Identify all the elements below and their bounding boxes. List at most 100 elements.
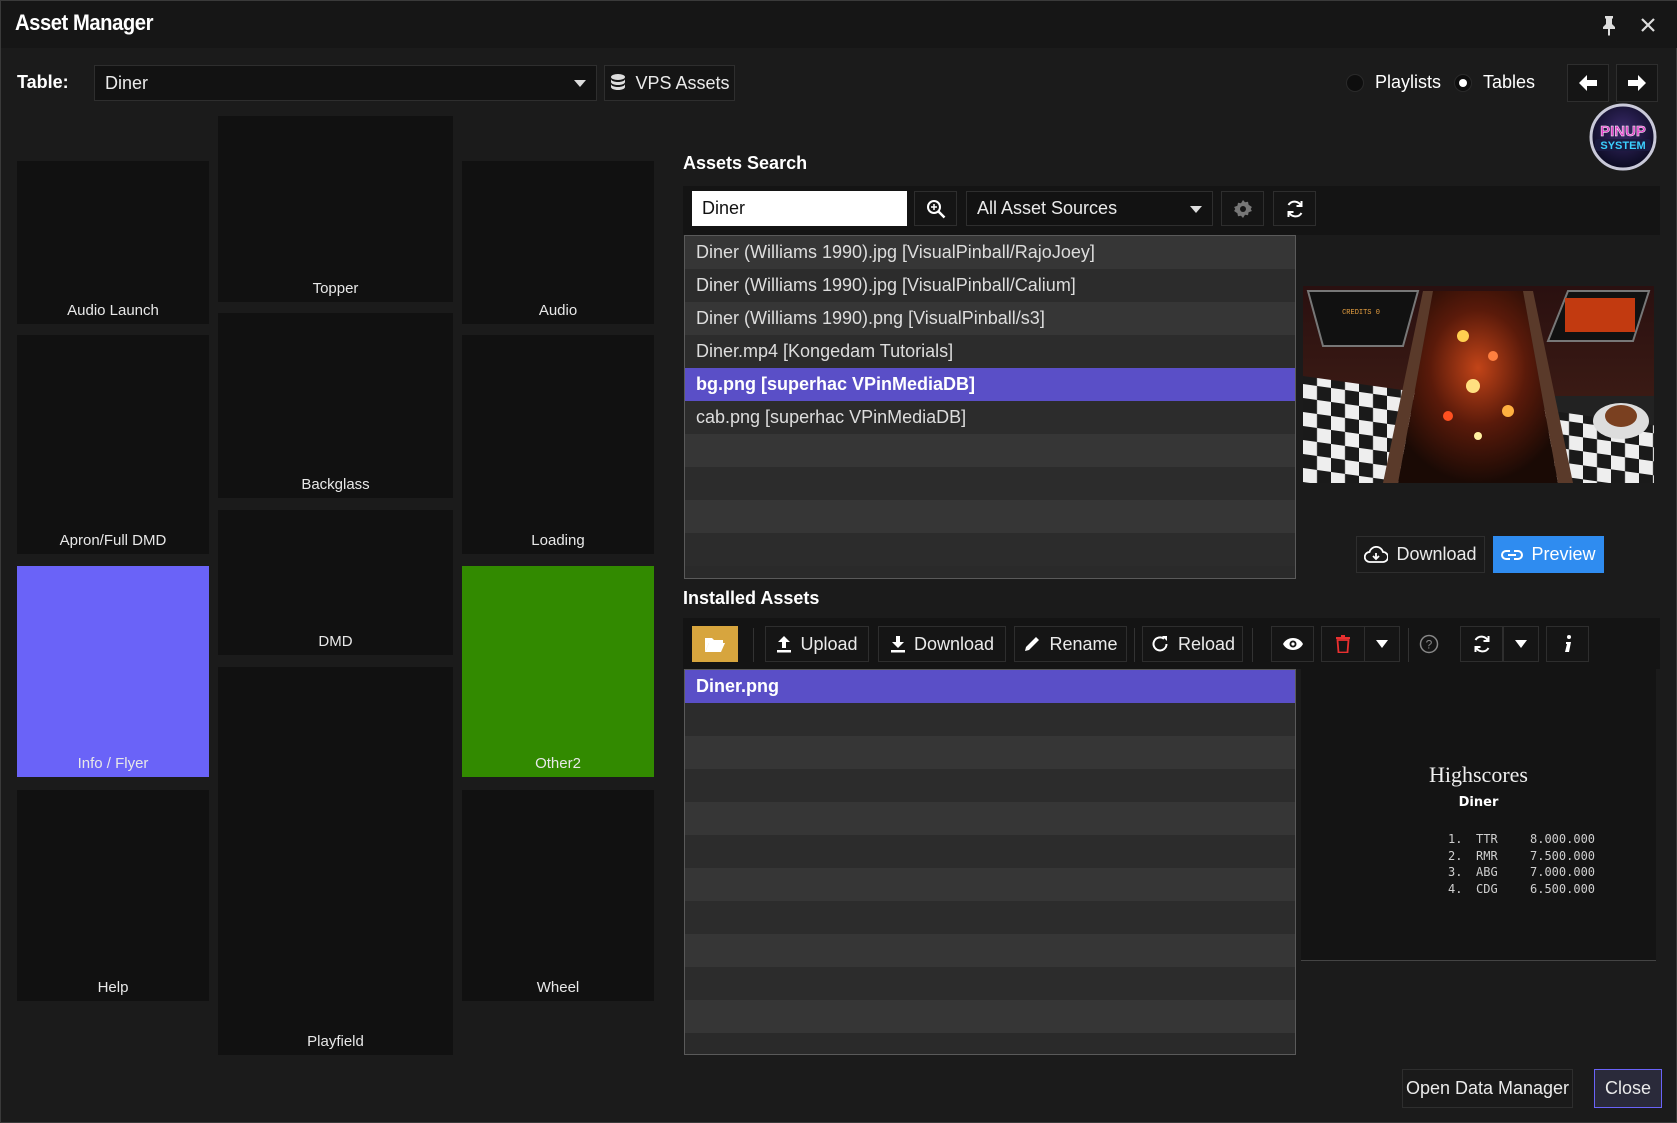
table-dropdown[interactable]: Diner [94,65,597,101]
list-item[interactable]: bg.png [superhac VPinMediaDB] [685,368,1295,401]
search-download-button[interactable]: Download [1356,536,1485,573]
screen-tile-other2[interactable]: Other2 [462,566,654,777]
refresh-search-button[interactable] [1273,191,1316,226]
playlists-radio[interactable] [1346,74,1364,92]
convert-options-button[interactable] [1503,626,1539,662]
screen-tile-label: DMD [318,633,353,650]
pencil-icon [1025,637,1040,651]
screen-tile-help[interactable]: Help [17,790,209,1001]
open-data-manager-button[interactable]: Open Data Manager [1402,1069,1573,1108]
list-item[interactable]: Diner (Williams 1990).png [VisualPinball… [685,302,1295,335]
link-icon [1501,549,1524,560]
rename-button[interactable]: Rename [1014,626,1127,662]
highscore-rank: 2. [1448,848,1463,863]
list-item[interactable] [685,901,1295,934]
trash-icon [1336,635,1350,653]
highscore-initials: ABG [1476,865,1498,879]
highscore-row: 1. TTR 8.000.000 [1448,831,1595,848]
screen-tile-label: Other2 [535,755,581,772]
list-item[interactable] [685,1000,1295,1033]
prev-table-button[interactable] [1567,64,1609,102]
open-folder-button[interactable] [692,626,738,662]
next-table-button[interactable] [1616,64,1658,102]
highscores-subtitle: Diner [1458,795,1499,810]
info-icon [1564,635,1571,652]
pinup-system-logo: PINUP SYSTEM [1589,103,1657,171]
upload-label: Upload [800,633,858,654]
cloud-download-icon [1364,545,1389,563]
highscore-initials: TTR [1476,832,1498,846]
close-icon[interactable] [1636,13,1660,37]
open-data-manager-label: Open Data Manager [1405,1078,1570,1098]
asset-search-input[interactable] [692,191,907,226]
close-label: Close [1604,1078,1652,1098]
vps-assets-button[interactable]: VPS Assets [604,65,735,101]
list-item[interactable] [685,467,1295,500]
list-item[interactable] [685,500,1295,533]
screen-tile-label: Wheel [536,979,580,996]
screen-tile-dmd[interactable]: DMD [218,510,453,655]
screen-tile-audio[interactable]: Audio [462,161,654,324]
reload-button[interactable]: Reload [1142,626,1243,662]
screen-tile-wheel[interactable]: Wheel [462,790,654,1001]
screen-tile-backglass[interactable]: Backglass [218,313,453,498]
asset-source-dropdown[interactable]: All Asset Sources [966,191,1213,226]
upload-button[interactable]: Upload [765,626,869,662]
asset-manager-window: Asset Manager Table: Diner VPS Assets Pl… [0,0,1677,1123]
preview-button[interactable]: Preview [1493,536,1604,573]
list-item[interactable]: Diner (Williams 1990).jpg [VisualPinball… [685,236,1295,269]
pin-icon[interactable] [1597,13,1621,37]
screen-tile-info-flyer[interactable]: Info / Flyer [17,566,209,777]
screen-tile-label: Backglass [301,476,370,493]
highscores-title: Highscores [1429,762,1528,787]
svg-text:?: ? [1425,638,1432,652]
list-item[interactable] [685,533,1295,566]
screen-tile-apron-full-dmd[interactable]: Apron/Full DMD [17,335,209,554]
preview-divider [1301,960,1656,961]
list-item[interactable] [685,769,1295,802]
reload-icon [1152,636,1168,652]
close-button[interactable]: Close [1594,1069,1662,1108]
toolbar-separator [1252,628,1253,662]
highscore-rank: 1. [1448,832,1463,846]
screen-tile-topper[interactable]: Topper [218,116,453,302]
search-button[interactable] [914,191,957,226]
list-item[interactable] [685,967,1295,1000]
list-item[interactable]: Diner.mp4 [Kongedam Tutorials] [685,335,1295,368]
list-item[interactable] [685,703,1295,736]
asset-source-value: All Asset Sources [977,198,1118,218]
screen-tile-loading[interactable]: Loading [462,335,654,554]
list-item[interactable] [685,434,1295,467]
eye-icon [1282,638,1303,650]
installed-download-button[interactable]: Download [878,626,1006,662]
delete-options-button[interactable] [1364,626,1400,662]
highscore-score: 8.000.000 [1530,832,1596,846]
highscore-row: 4. CDG 6.500.000 [1448,881,1595,898]
convert-button[interactable] [1460,626,1503,662]
tables-radio[interactable] [1454,74,1472,92]
screen-tile-playfield[interactable]: Playfield [218,667,453,1055]
list-item[interactable]: Diner (Williams 1990).jpg [VisualPinball… [685,269,1295,302]
highscore-score: 7.000.000 [1530,865,1596,879]
list-item[interactable]: Diner.png [685,670,1295,703]
help-button[interactable]: ? [1407,626,1450,662]
delete-asset-button[interactable] [1321,626,1365,662]
list-item[interactable] [685,934,1295,967]
view-asset-button[interactable] [1271,626,1314,662]
list-item[interactable] [685,835,1295,868]
list-item[interactable] [685,868,1295,901]
screen-tile-label: Playfield [307,1033,364,1050]
list-item[interactable] [685,802,1295,835]
info-button[interactable] [1546,626,1589,662]
source-settings-button[interactable] [1221,191,1264,226]
svg-text:CREDITS 0: CREDITS 0 [1342,309,1380,317]
preview-label: Preview [1531,544,1596,564]
screen-tile-audio-launch[interactable]: Audio Launch [17,161,209,324]
list-item[interactable] [685,736,1295,769]
screen-tile-label: Apron/Full DMD [59,532,167,549]
assets-search-heading: Assets Search [683,153,808,173]
arrow-left-icon [1579,75,1597,91]
screen-tile-label: Help [97,979,129,996]
list-item[interactable]: cab.png [superhac VPinMediaDB] [685,401,1295,434]
upload-icon [777,636,792,653]
